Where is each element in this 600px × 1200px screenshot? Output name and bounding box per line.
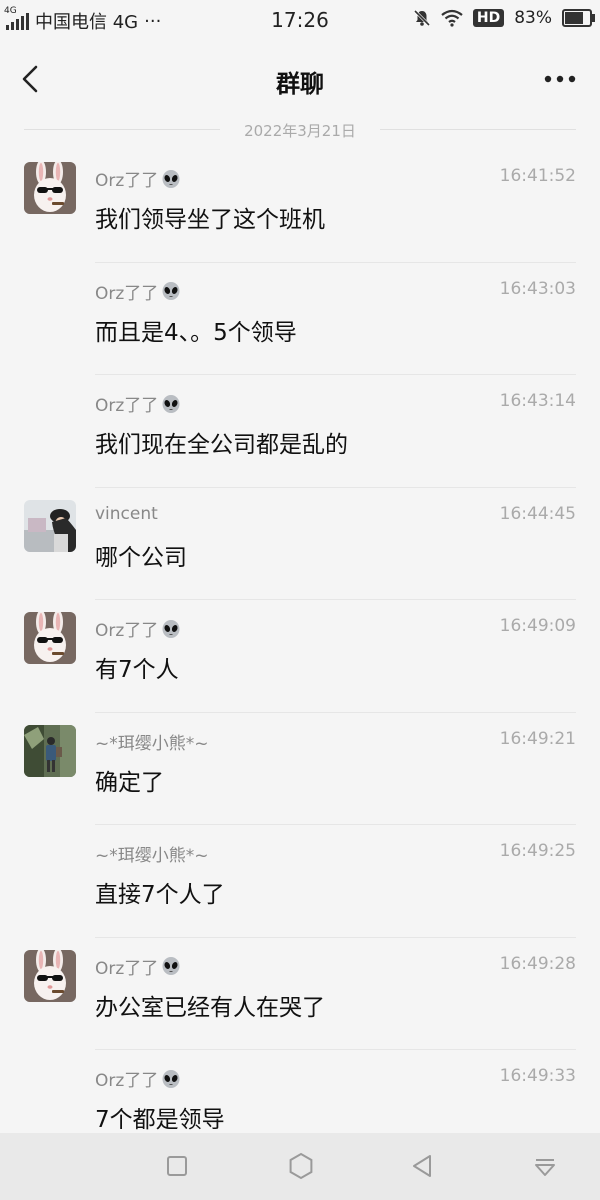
message-item[interactable]: vincent 16:44:45 哪个公司 <box>0 488 600 600</box>
alien-emoji-icon <box>162 394 180 413</box>
alien-emoji-icon <box>162 169 180 188</box>
hexagon-icon[interactable] <box>286 1151 316 1181</box>
message-time: 16:49:25 <box>499 841 576 861</box>
wifi-icon <box>441 9 463 27</box>
message-time: 16:49:28 <box>499 953 576 974</box>
divider-line-right <box>380 129 576 130</box>
message-item[interactable]: Orz了了 16:49:28 办公室已经有人在哭了 <box>0 938 600 1050</box>
message-text[interactable]: 我们领导坐了这个班机 <box>95 200 325 234</box>
sender-name: Orz了了 <box>95 166 181 191</box>
sender-name: ~*珥缨小熊*~ <box>95 841 209 866</box>
message-time: 16:43:14 <box>499 391 576 411</box>
battery-level <box>565 12 583 24</box>
sender-name-text: Orz了了 <box>95 621 159 641</box>
sender-name-text: Orz了了 <box>95 283 159 304</box>
chat-header: 群聊 <box>0 44 600 114</box>
message-time: 16:44:45 <box>499 503 576 524</box>
chat-title: 群聊 <box>276 70 324 98</box>
sender-name-text: ~*珥缨小熊*~ <box>95 733 209 754</box>
mute-bell-icon <box>413 9 430 27</box>
message-item[interactable]: ~*珥缨小熊*~ 16:49:25 直接7个人了 <box>0 825 600 938</box>
sender-name-text: Orz了了 <box>95 171 159 191</box>
alien-emoji-icon <box>162 957 180 975</box>
sender-name: Orz了了 <box>95 954 181 979</box>
alien-emoji-icon <box>162 619 180 638</box>
system-nav-bar <box>0 1133 600 1200</box>
more-dots-icon[interactable] <box>542 64 578 94</box>
alien-emoji-icon <box>162 282 180 300</box>
message-time: 16:43:03 <box>499 278 576 299</box>
status-bar: 4G 中国电信 4G ··· 17:26 HD 83% <box>0 0 600 40</box>
message-time: 16:49:09 <box>499 616 576 636</box>
battery-percent: 83% <box>514 8 552 28</box>
triangle-back-icon[interactable] <box>408 1151 438 1181</box>
message-text[interactable]: 哪个公司 <box>95 538 187 572</box>
message-item[interactable]: Orz了了 16:41:52 我们领导坐了这个班机 <box>0 150 600 263</box>
sender-name: Orz了了 <box>95 279 181 304</box>
avatar[interactable] <box>24 499 76 552</box>
alien-emoji-icon <box>162 1069 180 1088</box>
avatar[interactable] <box>24 949 76 1002</box>
sender-name-text: Orz了了 <box>95 1071 159 1091</box>
avatar[interactable] <box>24 724 76 777</box>
avatar[interactable] <box>24 612 76 664</box>
message-item[interactable]: Orz了了 16:43:14 我们现在全公司都是乱的 <box>0 375 600 488</box>
message-time: 16:49:21 <box>499 728 576 749</box>
message-text[interactable]: 我们现在全公司都是乱的 <box>95 425 348 459</box>
battery-icon <box>562 9 595 27</box>
date-divider: 2022年3月21日 <box>0 118 600 142</box>
sender-name-text: vincent <box>95 503 158 524</box>
sender-name: Orz了了 <box>95 1066 181 1091</box>
message-item[interactable]: Orz了了 16:43:03 而且是4、。5个领导 <box>0 263 600 375</box>
message-time: 16:49:33 <box>499 1066 576 1086</box>
message-item[interactable]: ~*珥缨小熊*~ 16:49:21 确定了 <box>0 713 600 825</box>
pull-down-icon[interactable] <box>530 1151 560 1181</box>
sender-name: Orz了了 <box>95 391 181 416</box>
message-text[interactable]: 确定了 <box>95 763 164 797</box>
message-text[interactable]: 办公室已经有人在哭了 <box>95 988 325 1022</box>
message-time: 16:41:52 <box>499 166 576 186</box>
message-item[interactable]: Orz了了 16:49:09 有7个人 <box>0 600 600 713</box>
date-divider-text: 2022年3月21日 <box>244 122 356 140</box>
message-list[interactable]: Orz了了 16:41:52 我们领导坐了这个班机 Orz了了 16:43:03 而且是4… <box>0 150 600 1163</box>
message-text[interactable]: 而且是4、。5个领导 <box>95 313 297 347</box>
sender-name-text: Orz了了 <box>95 958 159 979</box>
sender-name-text: Orz了了 <box>95 396 159 416</box>
sender-name: ~*珥缨小熊*~ <box>95 729 209 754</box>
message-text[interactable]: 直接7个人了 <box>95 875 225 909</box>
status-right: HD 83% <box>413 8 595 28</box>
message-text[interactable]: 有7个人 <box>95 650 179 684</box>
sender-name: vincent <box>95 504 158 524</box>
square-icon[interactable] <box>162 1151 192 1181</box>
avatar[interactable] <box>24 162 76 214</box>
sender-name: Orz了了 <box>95 616 181 641</box>
message-text[interactable]: 7个都是领导 <box>95 1100 225 1134</box>
hd-badge: HD <box>472 9 505 27</box>
sender-name-text: ~*珥缨小熊*~ <box>95 846 209 866</box>
